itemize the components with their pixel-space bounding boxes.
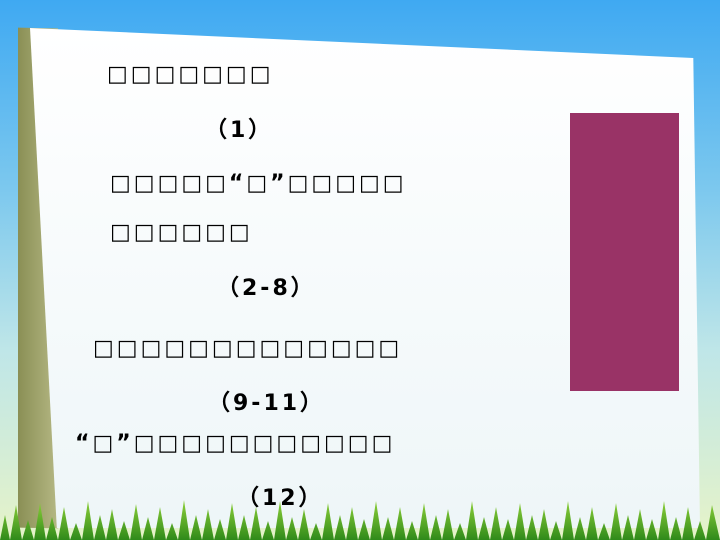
text-line: □□□□□□□□□□□□□ — [93, 336, 403, 361]
grass-decoration — [0, 500, 720, 540]
section-label-2: （2-8） — [217, 276, 316, 301]
heading-line: □□□□□□□ — [107, 62, 274, 87]
text-line: “□”□□□□□□□□□□□ — [75, 431, 396, 456]
decorative-block — [570, 113, 679, 391]
text-line: □□□□□“□”□□□□□ — [110, 171, 407, 196]
text-line: □□□□□□ — [110, 220, 253, 245]
section-label-3: （9-11） — [208, 391, 326, 416]
section-label-1: （1） — [205, 118, 274, 143]
